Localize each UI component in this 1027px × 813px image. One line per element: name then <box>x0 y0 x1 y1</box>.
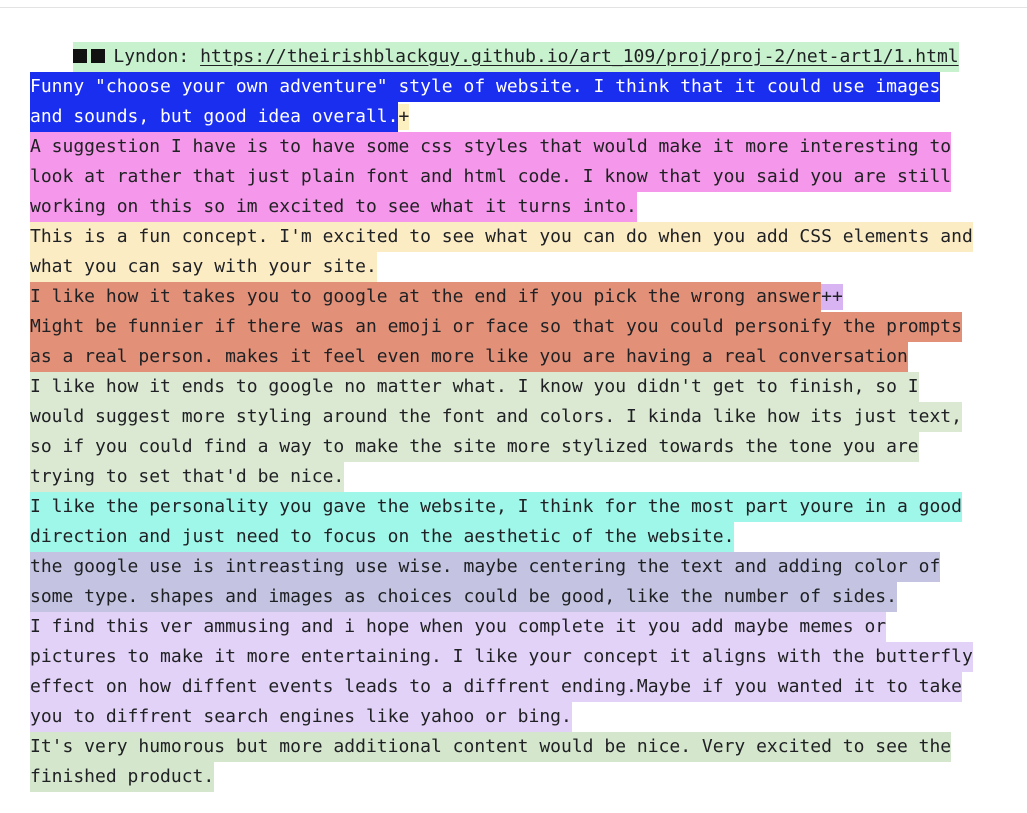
comment-line: would suggest more styling around the fo… <box>30 402 1015 432</box>
comment-line: I find this ver ammusing and i hope when… <box>30 612 1015 642</box>
comment-highlight: some type. shapes and images as choices … <box>30 582 897 612</box>
comment-line: what you can say with your site. <box>30 252 1015 282</box>
header-line: Lyndon: https://theirishblackguy.github.… <box>30 12 1015 72</box>
header-highlight: Lyndon: https://theirishblackguy.github.… <box>73 42 959 72</box>
black-square-icon <box>91 49 106 63</box>
comment-line: pictures to make it more entertaining. I… <box>30 642 1015 672</box>
comment-highlight: so if you could find a way to make the s… <box>30 432 919 462</box>
comment-line: you to diffrent search engines like yaho… <box>30 702 1015 732</box>
comment-line: effect on how diffent events leads to a … <box>30 672 1015 702</box>
comment-line: trying to set that'd be nice. <box>30 462 1015 492</box>
comment-line: A suggestion I have is to have some css … <box>30 132 1015 162</box>
comment-highlight: what you can say with your site. <box>30 252 377 282</box>
comment-highlight: the google use is intreasting use wise. … <box>30 552 941 582</box>
comment-highlight: working on this so im excited to see wha… <box>30 192 637 222</box>
comment-highlight: I like how it takes you to google at the… <box>30 282 822 312</box>
comment-highlight: A suggestion I have is to have some css … <box>30 132 952 162</box>
author-label: Lyndon: <box>113 46 190 67</box>
comment-line: working on this so im excited to see wha… <box>30 192 1015 222</box>
comment-highlight: effect on how diffent events leads to a … <box>30 672 962 702</box>
comment-line: It's very humorous but more additional c… <box>30 732 1015 762</box>
comment-highlight: Funny "choose your own adventure" style … <box>30 72 941 102</box>
comment-highlight: and sounds, but good idea overall. <box>30 102 399 132</box>
comment-highlight: trying to set that'd be nice. <box>30 462 345 492</box>
document-body[interactable]: Lyndon: https://theirishblackguy.github.… <box>30 12 1015 792</box>
comment-line: some type. shapes and images as choices … <box>30 582 1015 612</box>
comment-highlight: pictures to make it more entertaining. I… <box>30 642 973 672</box>
comment-highlight: would suggest more styling around the fo… <box>30 402 962 432</box>
black-square-icon <box>73 49 88 63</box>
project-link[interactable]: https://theirishblackguy.github.io/art_1… <box>200 46 959 67</box>
comment-line: finished product. <box>30 762 1015 792</box>
comment-highlight: I like how it ends to google no matter w… <box>30 372 919 402</box>
comment-highlight: I like the personality you gave the webs… <box>30 492 962 522</box>
comment-line: the google use is intreasting use wise. … <box>30 552 1015 582</box>
document-top-border <box>0 7 1027 8</box>
comments-list: Funny "choose your own adventure" style … <box>30 72 1015 792</box>
comment-highlight: look at rather that just plain font and … <box>30 162 952 192</box>
comment-highlight: It's very humorous but more additional c… <box>30 732 952 762</box>
comment-line: and sounds, but good idea overall.+ <box>30 102 1015 132</box>
comment-line: I like how it ends to google no matter w… <box>30 372 1015 402</box>
comment-highlight: Might be funnier if there was an emoji o… <box>30 312 962 342</box>
comment-marker: ++ <box>821 284 843 310</box>
comment-highlight: I find this ver ammusing and i hope when… <box>30 612 887 642</box>
comment-line: look at rather that just plain font and … <box>30 162 1015 192</box>
comment-line: direction and just need to focus on the … <box>30 522 1015 552</box>
comment-line: I like how it takes you to google at the… <box>30 282 1015 312</box>
comment-line: I like the personality you gave the webs… <box>30 492 1015 522</box>
comment-line: as a real person. makes it feel even mor… <box>30 342 1015 372</box>
comment-highlight: you to diffrent search engines like yaho… <box>30 702 572 732</box>
comment-line: Might be funnier if there was an emoji o… <box>30 312 1015 342</box>
comment-highlight: This is a fun concept. I'm excited to se… <box>30 222 973 252</box>
comment-highlight: direction and just need to focus on the … <box>30 522 735 552</box>
comment-highlight: as a real person. makes it feel even mor… <box>30 342 908 372</box>
comment-highlight: finished product. <box>30 762 215 792</box>
comment-line: Funny "choose your own adventure" style … <box>30 72 1015 102</box>
comment-marker: + <box>398 104 410 130</box>
comment-line: This is a fun concept. I'm excited to se… <box>30 222 1015 252</box>
comment-line: so if you could find a way to make the s… <box>30 432 1015 462</box>
